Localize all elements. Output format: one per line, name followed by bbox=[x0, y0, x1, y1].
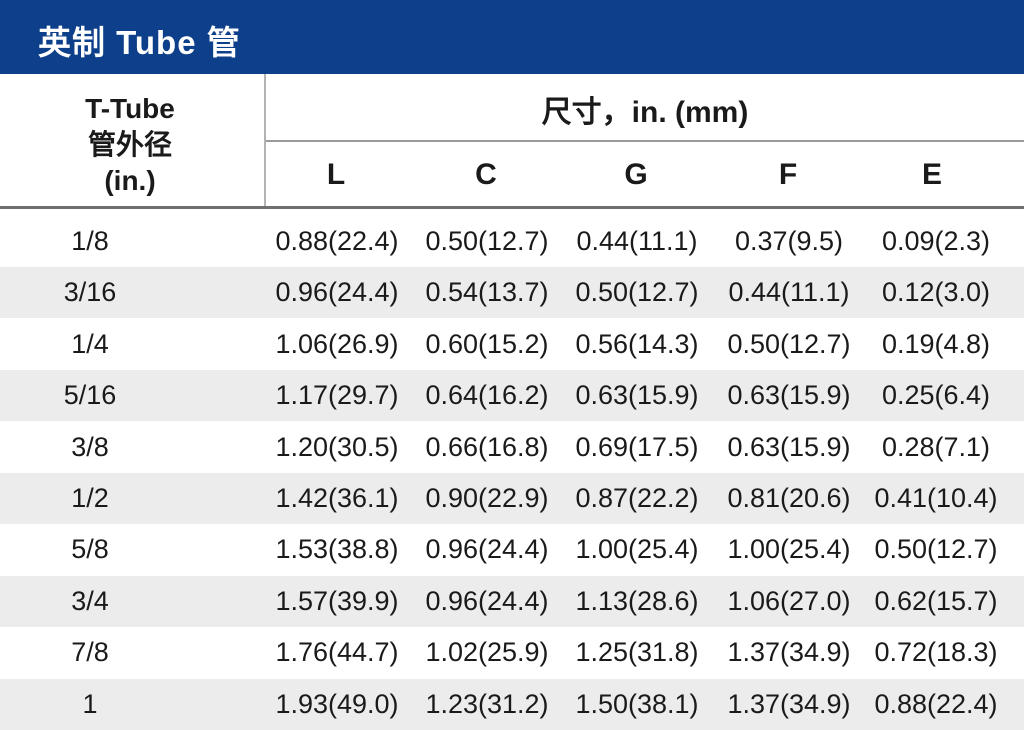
tube-size-cell: 3/16 bbox=[63, 277, 117, 308]
tube-header-line-3: (in.) bbox=[104, 165, 156, 196]
column-header-c: C bbox=[475, 158, 497, 191]
dimension-cell-e: 0.72(18.3) bbox=[874, 637, 998, 668]
dimension-cell-c: 0.66(16.8) bbox=[425, 431, 549, 462]
dimension-cell-e: 0.28(7.1) bbox=[881, 431, 991, 462]
dimension-cell-f: 0.37(9.5) bbox=[734, 226, 844, 256]
dimension-cell-e: 0.62(15.7) bbox=[874, 585, 998, 616]
table-row: 3/16 0.96(24.4) 0.54(13.7) 0.50(12.7) 0.44(1… bbox=[0, 267, 1024, 319]
dimension-cell-c: 0.96(24.4) bbox=[425, 585, 549, 616]
tube-size-cell: 1/2 bbox=[71, 483, 109, 513]
dimension-cell-l: 0.88(22.4) bbox=[275, 226, 399, 256]
dimension-cell-g: 0.56(14.3) bbox=[575, 328, 699, 359]
dimension-cell-f: 1.37(34.9) bbox=[727, 637, 851, 668]
dimension-cell-g: 0.69(17.5) bbox=[575, 431, 699, 462]
dimension-cell-c: 0.90(22.9) bbox=[425, 483, 549, 513]
table-row: 5/16 1.17(29.7) 0.64(16.2) 0.63(15.9) 0.63(1… bbox=[0, 370, 1024, 422]
dimension-cell-l: 1.57(39.9) bbox=[275, 585, 399, 616]
dimension-cell-c: 1.23(31.2) bbox=[425, 688, 549, 719]
dimension-cell-c: 0.60(15.2) bbox=[425, 328, 549, 359]
dimension-cell-c: 0.50(12.7) bbox=[425, 226, 549, 256]
tube-header-line-1: T-Tube bbox=[85, 93, 175, 124]
table-title: 英制 Tube 管 bbox=[38, 24, 241, 61]
dimension-cell-g: 1.25(31.8) bbox=[575, 637, 699, 668]
dimension-cell-l: 1.20(30.5) bbox=[275, 431, 399, 462]
dimension-cell-f: 0.44(11.1) bbox=[728, 277, 850, 308]
dimension-cell-l: 1.53(38.8) bbox=[275, 534, 399, 565]
table-row: 1/2 1.42(36.1) 0.90(22.9) 0.87(22.2) 0.81(20… bbox=[0, 473, 1024, 524]
dimension-cell-g: 1.13(28.6) bbox=[575, 585, 699, 616]
dimension-cell-g: 0.44(11.1) bbox=[576, 226, 698, 256]
dimension-cell-e: 0.25(6.4) bbox=[881, 380, 991, 411]
column-header-g: G bbox=[624, 158, 648, 191]
dimension-cell-l: 0.96(24.4) bbox=[275, 277, 399, 308]
dimension-cell-l: 1.93(49.0) bbox=[275, 688, 399, 719]
tube-od-header: T-Tube 管外径 (in.) bbox=[0, 85, 260, 205]
tube-size-cell: 5/16 bbox=[63, 380, 117, 411]
tube-header-line-2: 管外径 bbox=[87, 129, 172, 160]
table-row: 5/8 1.53(38.8) 0.96(24.4) 1.00(25.4) 1.00(25… bbox=[0, 524, 1024, 575]
table-row: 1/4 1.06(26.9) 0.60(15.2) 0.56(14.3) 0.50(12… bbox=[0, 319, 1024, 370]
dimension-cell-c: 0.64(16.2) bbox=[425, 380, 549, 411]
dimension-cell-g: 0.87(22.2) bbox=[575, 483, 699, 513]
dimension-cell-e: 0.09(2.3) bbox=[881, 226, 991, 256]
dimension-cell-f: 1.00(25.4) bbox=[727, 534, 851, 565]
dimension-cell-c: 0.96(24.4) bbox=[425, 534, 549, 565]
dimension-cell-f: 0.81(20.6) bbox=[727, 483, 851, 513]
tube-size-cell: 1/4 bbox=[71, 328, 109, 359]
dimension-cell-e: 0.50(12.7) bbox=[874, 534, 998, 565]
tube-size-cell: 5/8 bbox=[71, 534, 109, 565]
title-bar: 英制 Tube 管 bbox=[0, 0, 1024, 74]
dimension-cell-f: 1.37(34.9) bbox=[727, 688, 851, 719]
dimension-cell-c: 1.02(25.9) bbox=[425, 637, 549, 668]
tube-size-cell: 7/8 bbox=[71, 637, 109, 668]
dimension-cell-l: 1.17(29.7) bbox=[275, 380, 399, 411]
column-header-l: L bbox=[326, 158, 346, 191]
header-bottom-divider bbox=[0, 206, 1024, 209]
dimension-cell-g: 0.63(15.9) bbox=[575, 380, 699, 411]
tube-size-cell: 3/4 bbox=[71, 585, 109, 616]
tube-size-cell: 1/8 bbox=[71, 226, 109, 256]
dimension-cell-f: 0.50(12.7) bbox=[727, 328, 851, 359]
dimensions-header: 尺寸，in. (mm) bbox=[541, 96, 749, 129]
table-row: 7/8 1.76(44.7) 1.02(25.9) 1.25(31.8) 1.37(34… bbox=[0, 627, 1024, 678]
dimension-cell-e: 0.12(3.0) bbox=[881, 277, 991, 308]
dimension-cell-l: 1.06(26.9) bbox=[275, 328, 399, 359]
dimension-cell-l: 1.76(44.7) bbox=[275, 637, 399, 668]
dimension-cell-l: 1.42(36.1) bbox=[275, 483, 399, 513]
dimension-cell-e: 0.19(4.8) bbox=[881, 328, 991, 359]
dimension-cell-e: 0.41(10.4) bbox=[874, 483, 998, 513]
column-header-f: F bbox=[778, 158, 798, 191]
dimension-cell-c: 0.54(13.7) bbox=[425, 277, 549, 308]
tube-size-cell: 1 bbox=[82, 688, 98, 719]
dimension-cell-g: 1.50(38.1) bbox=[575, 688, 699, 719]
dimension-cell-f: 0.63(15.9) bbox=[727, 431, 851, 462]
dimension-cell-e: 0.88(22.4) bbox=[874, 688, 998, 719]
table-row: 1/8 0.88(22.4) 0.50(12.7) 0.44(11.1) 0.37(9.… bbox=[0, 216, 1024, 267]
table-row: 3/4 1.57(39.9) 0.96(24.4) 1.13(28.6) 1.06(27… bbox=[0, 575, 1024, 627]
dimension-cell-f: 0.63(15.9) bbox=[727, 380, 851, 411]
header-middle-divider bbox=[266, 140, 1024, 142]
dimension-cell-g: 0.50(12.7) bbox=[575, 277, 699, 308]
table-row: 3/8 1.20(30.5) 0.66(16.8) 0.69(17.5) 0.63(15… bbox=[0, 422, 1024, 473]
column-header-e: E bbox=[921, 158, 942, 191]
dimension-cell-g: 1.00(25.4) bbox=[575, 534, 699, 565]
table-row: 1 1.93(49.0) 1.23(31.2) 1.50(38.1) 1.37(34.9… bbox=[0, 678, 1024, 730]
dimension-cell-f: 1.06(27.0) bbox=[727, 585, 851, 616]
tube-size-cell: 3/8 bbox=[71, 431, 109, 462]
